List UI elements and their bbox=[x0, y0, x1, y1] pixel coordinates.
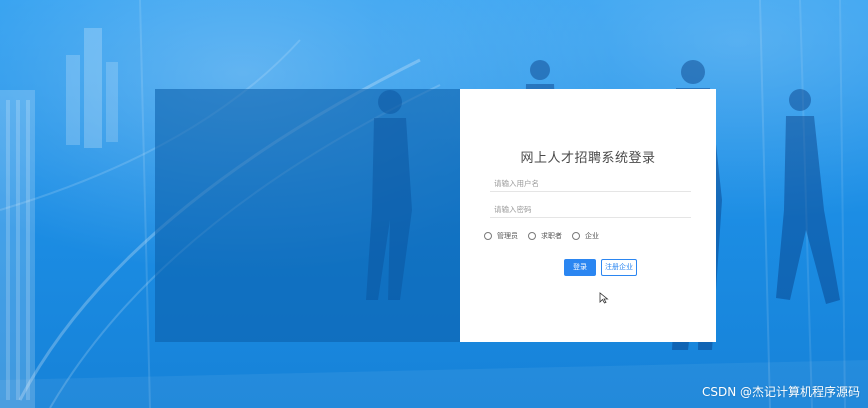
register-company-button[interactable]: 注册企业 bbox=[601, 259, 637, 276]
role-label-jobseeker: 求职者 bbox=[541, 232, 562, 240]
role-radio-company[interactable]: 企业 bbox=[572, 231, 599, 241]
radio-circle-icon[interactable] bbox=[572, 232, 580, 240]
radio-circle-icon[interactable] bbox=[484, 232, 492, 240]
username-field[interactable] bbox=[490, 171, 691, 193]
mouse-pointer-icon bbox=[599, 292, 609, 304]
role-label-admin: 管理员 bbox=[497, 232, 518, 240]
radio-circle-icon[interactable] bbox=[528, 232, 536, 240]
password-input[interactable] bbox=[490, 200, 689, 219]
login-button[interactable]: 登录 bbox=[564, 259, 596, 276]
role-label-company: 企业 bbox=[585, 232, 599, 240]
username-input[interactable] bbox=[490, 174, 689, 193]
login-form-card: 网上人才招聘系统登录 管理员 求职者 企业 登录 注册企业 bbox=[460, 89, 716, 342]
login-page: 网上人才招聘系统登录 管理员 求职者 企业 登录 注册企业 CSD bbox=[0, 0, 868, 408]
login-image-panel bbox=[155, 89, 460, 342]
role-radio-group: 管理员 求职者 企业 bbox=[484, 230, 609, 242]
role-radio-jobseeker[interactable]: 求职者 bbox=[528, 231, 562, 241]
csdn-watermark: CSDN @杰记计算机程序源码 bbox=[701, 385, 860, 399]
login-title: 网上人才招聘系统登录 bbox=[520, 151, 656, 166]
password-field[interactable] bbox=[490, 197, 691, 219]
role-radio-admin[interactable]: 管理员 bbox=[484, 231, 518, 241]
